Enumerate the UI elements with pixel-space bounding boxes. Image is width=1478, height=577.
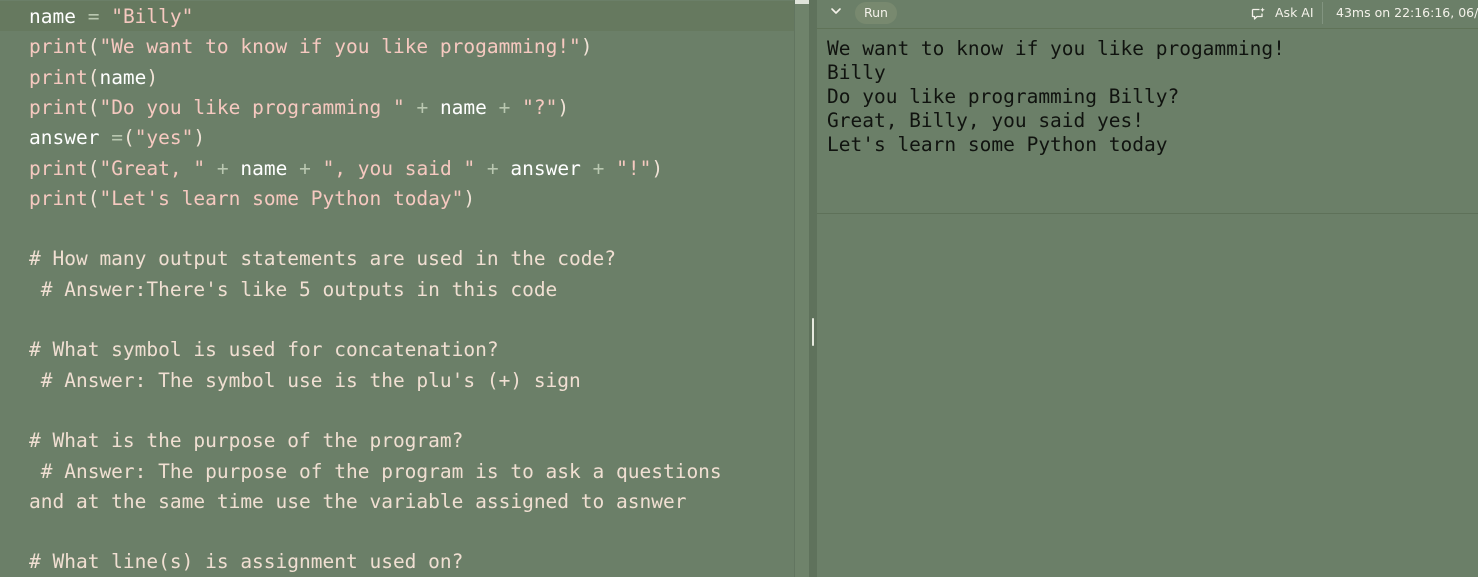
code-token: print [29, 95, 88, 119]
code-token: ) [651, 156, 664, 180]
code-token: ( [87, 156, 100, 180]
code-line[interactable]: # Answer:There's like 5 outputs in this … [29, 275, 789, 305]
code-token: # How many output statements are used in… [29, 247, 616, 271]
console-toolbar: Run Ask AI 43ms on 22:16:16, 06/ [817, 0, 1478, 29]
code-line[interactable]: print("We want to know if you like proga… [29, 32, 789, 62]
code-token: # What is the purpose of the program? [29, 429, 464, 453]
code-token: "We want to know if you like progamming!… [99, 35, 581, 59]
code-token: ( [87, 186, 100, 210]
console-pane: Run Ask AI 43ms on 22:16:16, 06/ We want… [817, 0, 1478, 577]
code-token: # What symbol is used for concatenation? [29, 338, 499, 362]
code-line[interactable]: print("Do you like programming " + name … [29, 93, 789, 123]
code-token: name [29, 5, 76, 28]
code-line[interactable]: # What is the purpose of the program? [29, 426, 789, 456]
scrollbar-thumb[interactable] [795, 0, 809, 4]
code-line[interactable]: # Answer: The purpose of the program is … [29, 457, 789, 487]
console-output-line: Do you like programming Billy? [827, 85, 1180, 108]
code-token: print [29, 156, 88, 180]
pane-divider[interactable] [809, 0, 817, 577]
ask-ai-button[interactable]: Ask AI [1251, 2, 1314, 24]
code-token: "Billy" [111, 5, 194, 28]
code-token: ) [193, 126, 206, 150]
code-token: + [486, 95, 523, 119]
code-line[interactable]: # What symbol is used for concatenation? [29, 335, 789, 365]
code-token: answer [510, 156, 581, 180]
code-line[interactable]: print(name) [29, 63, 789, 93]
code-line[interactable]: print("Let's learn some Python today") [29, 184, 789, 214]
code-token: # Answer: The symbol use is the plu's (+… [29, 368, 581, 392]
code-token: + [205, 156, 241, 180]
code-token: ) [580, 35, 593, 59]
code-token: "Great, " [99, 156, 206, 180]
code-token: # Answer: The purpose of the program is … [29, 459, 722, 483]
code-token: answer [29, 126, 100, 150]
console-output-line: Great, Billy, you said yes! [827, 109, 1144, 132]
code-token: "Do you like programming " [99, 95, 405, 119]
toolbar-separator [1322, 2, 1323, 24]
console-output: We want to know if you like progamming! B… [827, 37, 1467, 157]
code-token: name [439, 95, 487, 119]
code-token: # Answer:There's like 5 outputs in this … [29, 277, 558, 301]
code-token: and at the same time use the variable as… [29, 489, 687, 513]
code-line[interactable]: name = "Billy" [29, 2, 789, 32]
code-line[interactable]: # What line(s) is assignment used on? [29, 547, 789, 577]
code-line[interactable]: and at the same time use the variable as… [29, 487, 789, 517]
code-token: + [475, 156, 511, 180]
run-timing: 43ms on 22:16:16, 06/ [1336, 5, 1478, 20]
code-token: ( [87, 65, 100, 89]
code-token: ( [87, 35, 100, 59]
code-token: print [29, 65, 88, 89]
code-token: ( [122, 126, 135, 150]
code-token: ", you said " [322, 156, 476, 180]
console-divider [817, 213, 1478, 214]
code-token: print [29, 35, 88, 59]
code-token: + [404, 95, 440, 119]
chat-sparkle-icon [1251, 7, 1265, 20]
ask-ai-label: Ask AI [1275, 5, 1314, 20]
resize-handle[interactable] [812, 318, 814, 346]
code-token: = [75, 5, 112, 28]
code-token: "yes" [134, 126, 194, 150]
console-output-line: We want to know if you like progamming! [827, 37, 1285, 60]
code-token: # What line(s) is assignment used on? [29, 550, 464, 574]
code-line[interactable]: answer =("yes") [29, 123, 789, 153]
code-token: print [29, 186, 88, 210]
code-token: + [287, 156, 323, 180]
editor-scrollbar[interactable] [794, 0, 809, 577]
console-output-line: Billy [827, 61, 886, 84]
code-line[interactable]: print("Great, " + name + ", you said " +… [29, 154, 789, 184]
console-output-line: Let's learn some Python today [827, 133, 1168, 156]
code-token: name [99, 65, 147, 89]
code-token: ) [557, 95, 570, 119]
code-editor[interactable]: name = "Billy" print("We want to know if … [0, 0, 794, 577]
code-line[interactable]: # How many output statements are used in… [29, 244, 789, 274]
chevron-down-icon[interactable] [829, 4, 843, 18]
code-token: "?" [522, 95, 558, 119]
code-line[interactable]: # Answer: The symbol use is the plu's (+… [29, 366, 789, 396]
code-token: + [580, 156, 617, 180]
run-button[interactable]: Run [855, 2, 897, 24]
code-token: ) [463, 186, 476, 210]
code-token: "!" [616, 156, 652, 180]
code-token: ) [146, 65, 159, 89]
code-token: = [99, 126, 123, 150]
code-token: name [240, 156, 288, 180]
code-token: ( [87, 95, 100, 119]
code-token: "Let's learn some Python today" [99, 186, 464, 210]
